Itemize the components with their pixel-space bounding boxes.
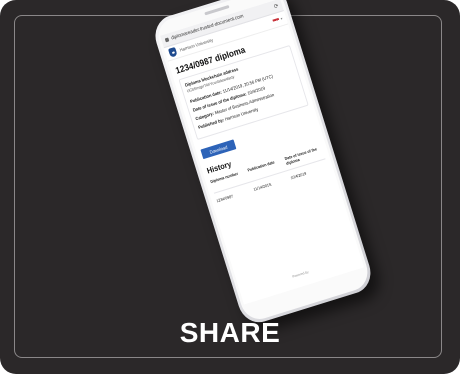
phone-body: diplomareader.trusted-document.com ⟳ Har… (150, 0, 376, 328)
promo-card: diplomareader.trusted-document.com ⟳ Har… (0, 0, 460, 374)
phone-screen: diplomareader.trusted-document.com ⟳ Har… (160, 0, 365, 305)
reload-icon[interactable]: ⟳ (273, 2, 279, 10)
share-button[interactable]: SHARE (0, 317, 460, 349)
lock-icon (164, 37, 170, 43)
chevron-down-icon[interactable]: ▾ (280, 16, 283, 21)
shield-logo-icon (168, 46, 178, 58)
phone-mockup: diplomareader.trusted-document.com ⟳ Har… (150, 0, 380, 339)
flag-icon[interactable] (272, 17, 280, 24)
